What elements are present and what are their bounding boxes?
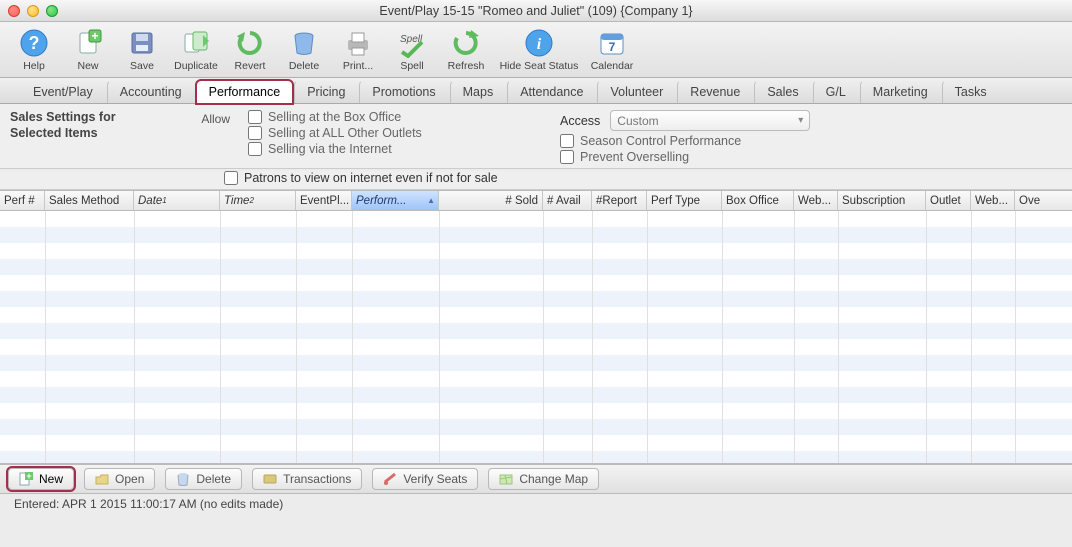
hide-seat-status-button[interactable]: i Hide Seat Status — [494, 24, 584, 76]
window-title: Event/Play 15-15 "Romeo and Juliet" (109… — [0, 4, 1072, 18]
svg-text:+: + — [26, 472, 31, 481]
grid-body[interactable] — [0, 211, 1072, 464]
tab-sales[interactable]: Sales — [754, 80, 811, 103]
allow-internet-checkbox[interactable]: Selling via the Internet — [248, 142, 422, 156]
col-subscription[interactable]: Subscription — [838, 191, 926, 210]
col-perf-no[interactable]: Perf # — [0, 191, 45, 210]
season-control-checkbox[interactable]: Season Control Performance — [560, 134, 1062, 148]
delete-icon — [288, 27, 320, 59]
col-ove[interactable]: Ove — [1015, 191, 1072, 210]
verify-icon — [383, 472, 397, 486]
tab-event-play[interactable]: Event/Play — [20, 80, 106, 103]
svg-text:i: i — [537, 36, 542, 53]
access-select[interactable]: Custom — [610, 110, 810, 131]
footer-transactions-button[interactable]: Transactions — [252, 468, 362, 490]
footer-verify-seats-button[interactable]: Verify Seats — [372, 468, 478, 490]
tab-bar: Event/Play Accounting Performance Pricin… — [0, 78, 1072, 104]
col-web2[interactable]: Web... — [971, 191, 1015, 210]
svg-text:+: + — [91, 29, 98, 43]
tab-revenue[interactable]: Revenue — [677, 80, 753, 103]
info-icon: i — [523, 27, 555, 59]
tab-accounting[interactable]: Accounting — [107, 80, 195, 103]
allow-all-outlets-checkbox[interactable]: Selling at ALL Other Outlets — [248, 126, 422, 140]
settings-heading: Sales Settings for Selected Items — [10, 110, 170, 164]
titlebar: Event/Play 15-15 "Romeo and Juliet" (109… — [0, 0, 1072, 22]
tab-performance[interactable]: Performance — [196, 80, 294, 104]
help-icon: ? — [18, 27, 50, 59]
col-sold[interactable]: # Sold — [439, 191, 543, 210]
performance-grid: Perf # Sales Method Date1 Time2 EventPl.… — [0, 190, 1072, 464]
tab-promotions[interactable]: Promotions — [359, 80, 448, 103]
spell-icon: Spell — [396, 27, 428, 59]
delete-button[interactable]: Delete — [278, 24, 330, 76]
calendar-button[interactable]: 7 Calendar — [586, 24, 638, 76]
revert-button[interactable]: Revert — [224, 24, 276, 76]
map-icon — [499, 472, 513, 486]
tab-maps[interactable]: Maps — [450, 80, 507, 103]
footer-toolbar: + New Open Delete Transactions Verify Se… — [0, 464, 1072, 494]
tab-marketing[interactable]: Marketing — [860, 80, 941, 103]
grid-header: Perf # Sales Method Date1 Time2 EventPl.… — [0, 191, 1072, 211]
col-outlet[interactable]: Outlet — [926, 191, 971, 210]
footer-open-button[interactable]: Open — [84, 468, 155, 490]
refresh-button[interactable]: Refresh — [440, 24, 492, 76]
new-button[interactable]: + New — [62, 24, 114, 76]
duplicate-button[interactable]: Duplicate — [170, 24, 222, 76]
status-bar: Entered: APR 1 2015 11:00:17 AM (no edit… — [0, 494, 1072, 514]
save-icon — [126, 27, 158, 59]
save-button[interactable]: Save — [116, 24, 168, 76]
print-icon — [342, 27, 374, 59]
col-web[interactable]: Web... — [794, 191, 838, 210]
spell-button[interactable]: Spell Spell — [386, 24, 438, 76]
new-icon: + — [19, 472, 33, 486]
footer-new-button[interactable]: + New — [8, 468, 74, 490]
transactions-icon — [263, 472, 277, 486]
trash-icon — [176, 472, 190, 486]
col-avail[interactable]: # Avail — [543, 191, 592, 210]
col-event-pl[interactable]: EventPl... — [296, 191, 352, 210]
access-label: Access — [560, 114, 600, 128]
open-icon — [95, 472, 109, 486]
print-button[interactable]: Print... — [332, 24, 384, 76]
patrons-view-checkbox[interactable]: Patrons to view on internet even if not … — [200, 171, 1072, 185]
tab-gl[interactable]: G/L — [813, 80, 859, 103]
col-perform[interactable]: Perform... — [352, 191, 439, 210]
footer-delete-button[interactable]: Delete — [165, 468, 242, 490]
col-time[interactable]: Time2 — [220, 191, 296, 210]
help-button[interactable]: ? Help — [8, 24, 60, 76]
svg-text:?: ? — [29, 33, 40, 53]
col-date[interactable]: Date1 — [134, 191, 220, 210]
tab-pricing[interactable]: Pricing — [294, 80, 358, 103]
col-sales-method[interactable]: Sales Method — [45, 191, 134, 210]
tab-attendance[interactable]: Attendance — [507, 80, 596, 103]
sales-settings-panel: Sales Settings for Selected Items Allow … — [0, 104, 1072, 169]
col-report[interactable]: #Report — [592, 191, 647, 210]
footer-change-map-button[interactable]: Change Map — [488, 468, 599, 490]
new-icon: + — [72, 27, 104, 59]
main-toolbar: ? Help + New Save Duplicate Revert Delet… — [0, 22, 1072, 78]
prevent-overselling-checkbox[interactable]: Prevent Overselling — [560, 150, 1062, 164]
allow-box-office-checkbox[interactable]: Selling at the Box Office — [248, 110, 422, 124]
col-perf-type[interactable]: Perf Type — [647, 191, 722, 210]
col-box-office[interactable]: Box Office — [722, 191, 794, 210]
duplicate-icon — [180, 27, 212, 59]
calendar-icon: 7 — [596, 27, 628, 59]
tab-volunteer[interactable]: Volunteer — [597, 80, 676, 103]
refresh-icon — [450, 27, 482, 59]
svg-text:7: 7 — [609, 40, 616, 54]
tab-tasks[interactable]: Tasks — [942, 80, 1000, 103]
allow-label: Allow — [190, 110, 230, 126]
revert-icon — [234, 27, 266, 59]
